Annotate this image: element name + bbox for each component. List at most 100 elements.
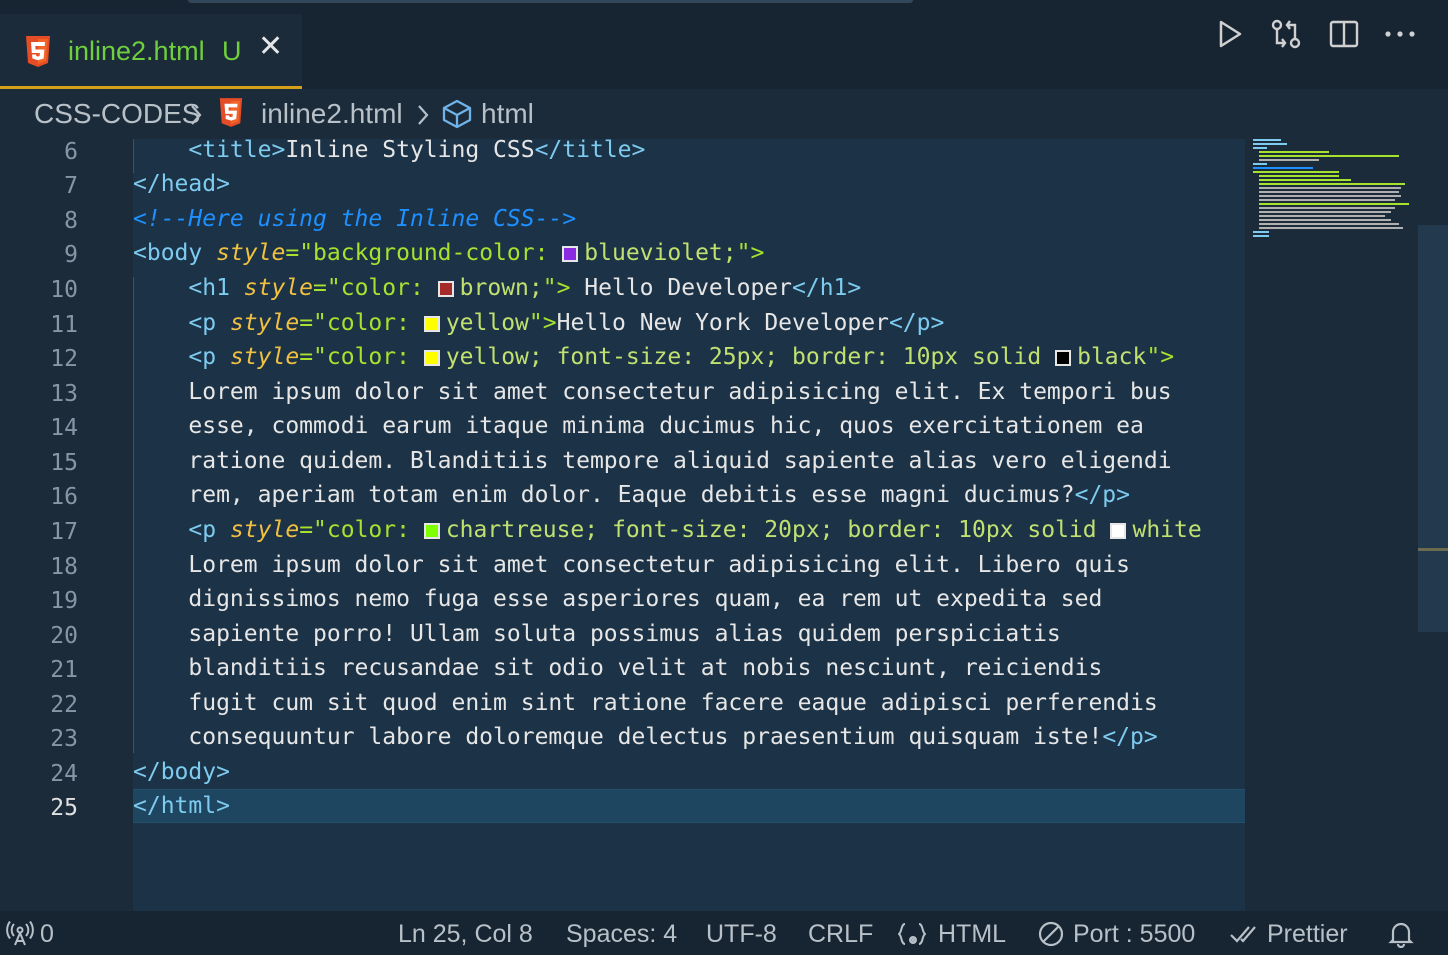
line-number: 23	[50, 726, 78, 752]
line-number: 16	[50, 484, 78, 510]
code-line-25: </html>	[133, 795, 230, 829]
code-tag: </title>	[534, 139, 646, 163]
prettier-formatter[interactable]: Prettier	[1267, 920, 1348, 949]
color-swatch-chartreuse[interactable]	[423, 523, 440, 539]
remote-count[interactable]: 0	[40, 920, 54, 949]
code-tag: </p>	[1102, 724, 1158, 750]
code-line-22: fugit cum sit quod enim sint ratione fac…	[133, 690, 1158, 726]
code-text: fugit cum sit quod enim sint ratione fac…	[133, 690, 1158, 716]
code-tag: <body	[133, 240, 217, 266]
end-of-line[interactable]: CRLF	[808, 920, 873, 949]
line-number: 8	[64, 208, 78, 234]
braces-icon	[898, 923, 926, 945]
code-attribute: style	[216, 240, 286, 266]
minimap-line	[1259, 199, 1395, 201]
code-string: ">	[542, 275, 585, 301]
minimap-line	[1259, 159, 1319, 161]
code-tag: <p	[188, 310, 230, 336]
color-swatch-white[interactable]	[1110, 523, 1127, 539]
more-actions-icon[interactable]	[1380, 14, 1420, 54]
code-attribute: style	[229, 517, 300, 543]
color-swatch-yellow[interactable]	[423, 350, 440, 366]
code-text: Lorem ipsum dolor sit amet consectetur a…	[133, 379, 1172, 405]
line-number: 22	[50, 692, 78, 718]
color-swatch-yellow[interactable]	[423, 316, 440, 332]
code-text: Inline Styling CSS	[285, 139, 535, 163]
code-text: Hello New York Developer	[556, 310, 889, 336]
minimap-line	[1259, 203, 1409, 205]
color-swatch-blueviolet[interactable]	[562, 246, 579, 262]
code-line-7: </head>	[133, 173, 230, 207]
code-line-17: <p style="color: chartreuse; font-size: …	[133, 517, 1201, 553]
run-icon[interactable]	[1210, 14, 1250, 54]
code-string: ="color:	[299, 517, 424, 543]
minimap-line	[1259, 155, 1399, 157]
breadcrumb-folder[interactable]: CSS-CODES	[34, 98, 200, 130]
minimap-line	[1259, 219, 1391, 221]
code-text: Hello Developer	[584, 275, 793, 301]
html5-icon	[26, 36, 50, 67]
line-number: 12	[50, 346, 78, 372]
bell-icon[interactable]	[1388, 920, 1414, 948]
minimap-line	[1259, 195, 1401, 197]
minimap[interactable]	[1250, 139, 1418, 249]
language-mode[interactable]: HTML	[938, 920, 1006, 949]
minimap-line	[1253, 167, 1313, 169]
split-editor-icon[interactable]	[1324, 14, 1364, 54]
line-number: 18	[50, 554, 78, 580]
code-attribute: style	[243, 275, 314, 301]
scrollbar-cursor-marker	[1418, 548, 1448, 551]
chevron-right-icon	[418, 105, 429, 125]
color-swatch-black[interactable]	[1055, 350, 1072, 366]
cursor-position[interactable]: Ln 25, Col 8	[398, 920, 533, 949]
code-line-12: <p style="color: yellow; font-size: 25px…	[133, 346, 1174, 380]
minimap-line	[1259, 223, 1399, 225]
close-icon[interactable]: ✕	[258, 32, 283, 62]
tab-filename: inline2.html	[68, 36, 205, 66]
code-tag: <p	[188, 344, 230, 370]
minimap-line	[1259, 191, 1399, 193]
code-string: ="color:	[299, 344, 424, 370]
code-attribute: style	[229, 310, 300, 336]
status-bar: 0 Ln 25, Col 8 Spaces: 4 UTF-8 CRLF HTML…	[0, 911, 1448, 955]
minimap-line	[1253, 143, 1287, 145]
breadcrumb-symbol[interactable]: html	[481, 98, 534, 130]
minimap-line	[1259, 227, 1403, 229]
indentation-spaces[interactable]: Spaces: 4	[566, 920, 677, 949]
code-text: ratione quidem. Blanditiis tempore aliqu…	[133, 448, 1172, 474]
line-number: 24	[50, 761, 78, 787]
code-string: yellow; font-size: 25px; border: 10px so…	[445, 344, 1056, 370]
code-string: yellow	[445, 310, 529, 336]
no-entry-icon	[1038, 921, 1064, 947]
code-text: consequuntur labore doloremque delectus …	[133, 724, 1103, 750]
tab-inline2-html[interactable]: inline2.html U ✕	[0, 14, 302, 89]
code-text: esse, commodi earum itaque minima ducimu…	[133, 413, 1144, 439]
tab-bar: inline2.html U ✕	[0, 14, 1448, 89]
broadcast-icon[interactable]	[6, 921, 34, 947]
code-line-19: dignissimos nemo fuga esse asperiores qu…	[133, 588, 1102, 622]
code-tag: <title>	[188, 139, 286, 163]
compare-changes-icon[interactable]	[1266, 14, 1306, 54]
line-number: 13	[50, 381, 78, 407]
vertical-scrollbar-thumb[interactable]	[1418, 225, 1448, 632]
code-line-16: rem, aperiam totam enim dolor. Eaque deb…	[133, 484, 1130, 518]
code-area[interactable]: <title>Inline Styling CSS</title> </head…	[133, 139, 1245, 911]
code-tag: </p>	[888, 310, 945, 336]
line-number: 6	[64, 139, 78, 165]
live-server-port[interactable]: Port : 5500	[1073, 920, 1195, 949]
breadcrumb-file[interactable]: inline2.html	[261, 98, 403, 130]
file-encoding[interactable]: UTF-8	[706, 920, 777, 949]
code-string: blueviolet;	[584, 240, 737, 266]
code-line-9: <body style="background-color: blueviole…	[133, 242, 764, 276]
symbol-cube-icon	[442, 99, 472, 129]
code-line-13: Lorem ipsum dolor sit amet consectetur a…	[133, 379, 1172, 415]
color-swatch-brown[interactable]	[437, 281, 454, 297]
command-center[interactable]	[188, 0, 913, 3]
minimap-line	[1253, 231, 1269, 233]
line-number: 11	[50, 312, 78, 338]
code-string: brown;	[459, 275, 543, 301]
